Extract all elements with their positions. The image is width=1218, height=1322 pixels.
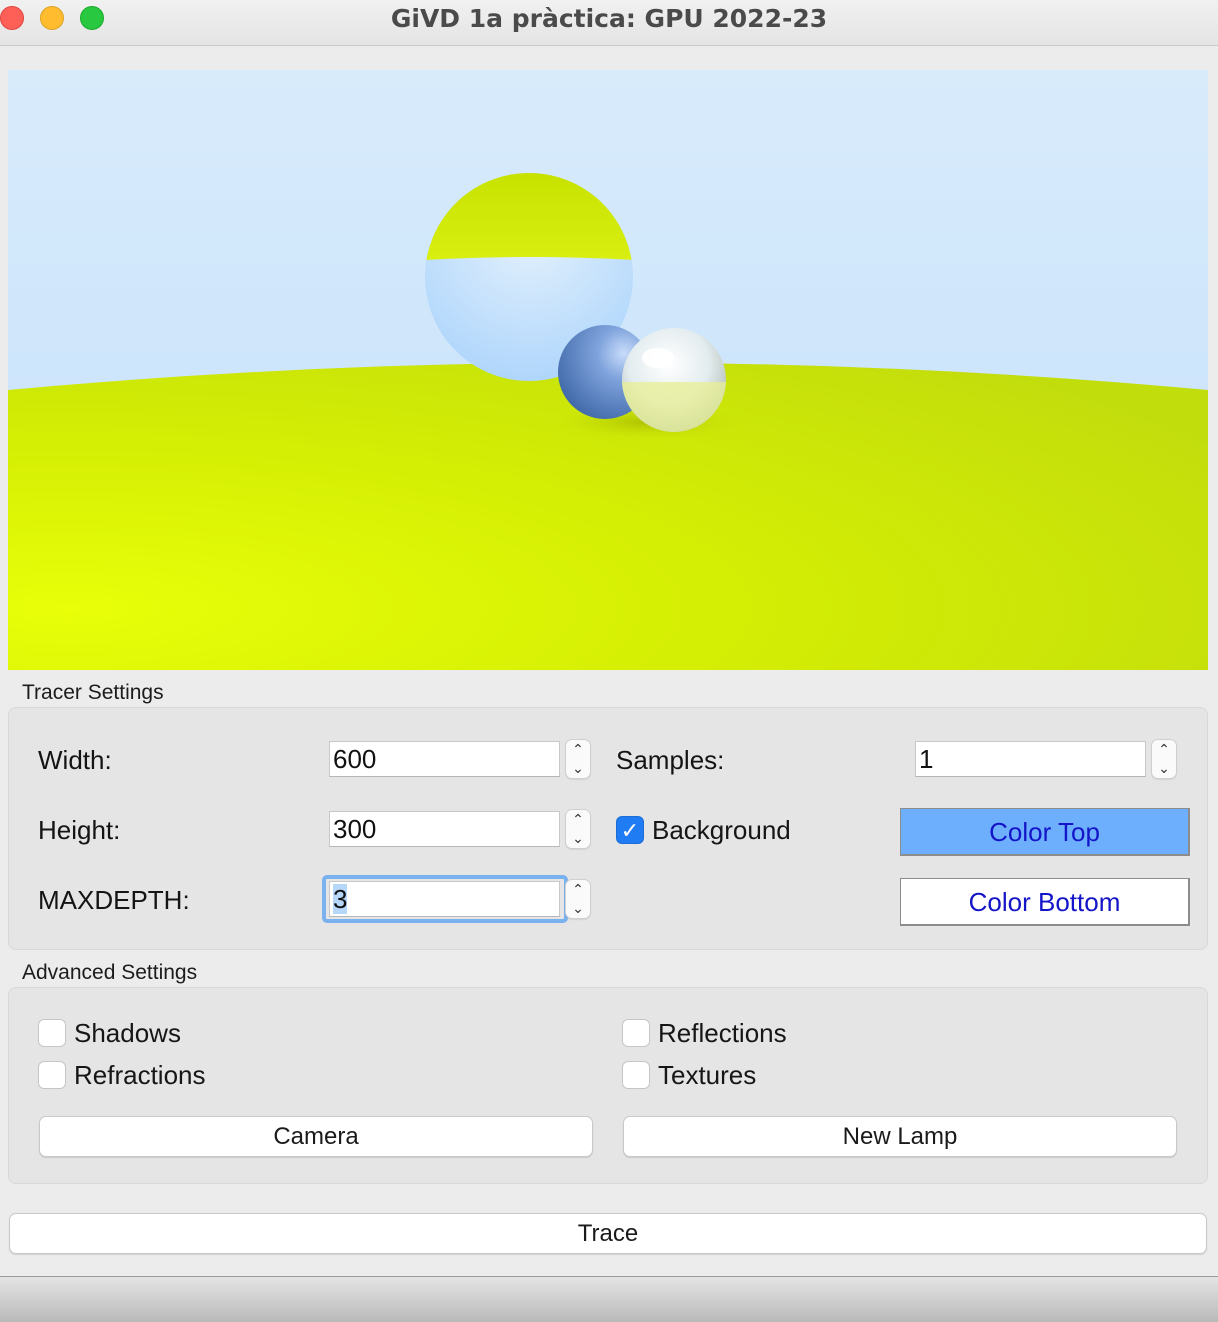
chevron-up-icon[interactable]: ⌃ — [1152, 740, 1176, 759]
checkmark-icon: ✓ — [620, 818, 640, 843]
refractions-checkbox[interactable] — [38, 1061, 66, 1089]
new-lamp-button[interactable]: New Lamp — [623, 1116, 1177, 1157]
background-label: Background — [652, 815, 791, 845]
maxdepth-input[interactable]: 3 — [329, 881, 560, 917]
tracer-settings-title: Tracer Settings — [22, 681, 164, 704]
height-spinbox[interactable]: 300 ⌃ ⌄ — [329, 809, 591, 849]
refractions-label: Refractions — [74, 1060, 206, 1090]
window-title: GiVD 1a pràctica: GPU 2022-23 — [390, 4, 828, 33]
chevron-down-icon[interactable]: ⌄ — [566, 829, 590, 848]
width-label: Width: — [38, 745, 112, 775]
color-bottom-label: Color Bottom — [968, 887, 1121, 917]
maxdepth-spinbox[interactable]: 3 ⌃ ⌄ — [329, 879, 591, 919]
height-input[interactable]: 300 — [329, 811, 560, 847]
samples-stepper[interactable]: ⌃ ⌄ — [1151, 739, 1177, 779]
small-metallic-sphere — [622, 328, 726, 432]
camera-button[interactable]: Camera — [39, 1116, 593, 1157]
height-stepper[interactable]: ⌃ ⌄ — [565, 809, 591, 849]
color-bottom-button[interactable]: Color Bottom — [900, 878, 1190, 926]
shadows-checkbox[interactable] — [38, 1019, 66, 1047]
color-top-button[interactable]: Color Top — [900, 808, 1190, 856]
textures-checkbox[interactable] — [622, 1061, 650, 1089]
shadows-label: Shadows — [74, 1018, 181, 1048]
maxdepth-value-selected: 3 — [333, 884, 348, 914]
chevron-down-icon[interactable]: ⌄ — [566, 899, 590, 918]
width-input[interactable]: 600 — [329, 741, 560, 777]
samples-spinbox[interactable]: 1 ⌃ ⌄ — [915, 739, 1177, 779]
reflections-label: Reflections — [658, 1018, 787, 1048]
width-stepper[interactable]: ⌃ ⌄ — [565, 739, 591, 779]
chevron-down-icon[interactable]: ⌄ — [1152, 759, 1176, 778]
rendered-scene-image — [8, 70, 1208, 670]
advanced-settings-title: Advanced Settings — [22, 961, 198, 984]
chevron-up-icon[interactable]: ⌃ — [566, 740, 590, 759]
reflections-checkbox[interactable] — [622, 1019, 650, 1047]
samples-label: Samples: — [616, 745, 725, 775]
chevron-up-icon[interactable]: ⌃ — [566, 810, 590, 829]
chevron-down-icon[interactable]: ⌄ — [566, 759, 590, 778]
maxdepth-label: MAXDEPTH: — [38, 885, 190, 915]
chevron-up-icon[interactable]: ⌃ — [566, 880, 590, 899]
maxdepth-stepper[interactable]: ⌃ ⌄ — [565, 879, 591, 919]
textures-label: Textures — [658, 1060, 757, 1090]
background-checkbox[interactable]: ✓ — [616, 816, 644, 844]
render-viewport — [8, 70, 1208, 670]
samples-input[interactable]: 1 — [915, 741, 1146, 777]
height-label: Height: — [38, 815, 121, 845]
status-bar — [0, 1276, 1218, 1322]
trace-button[interactable]: Trace — [9, 1213, 1207, 1254]
width-spinbox[interactable]: 600 ⌃ ⌄ — [329, 739, 591, 779]
title-bar: GiVD 1a pràctica: GPU 2022-23 — [0, 0, 1218, 46]
color-top-label: Color Top — [989, 817, 1100, 847]
